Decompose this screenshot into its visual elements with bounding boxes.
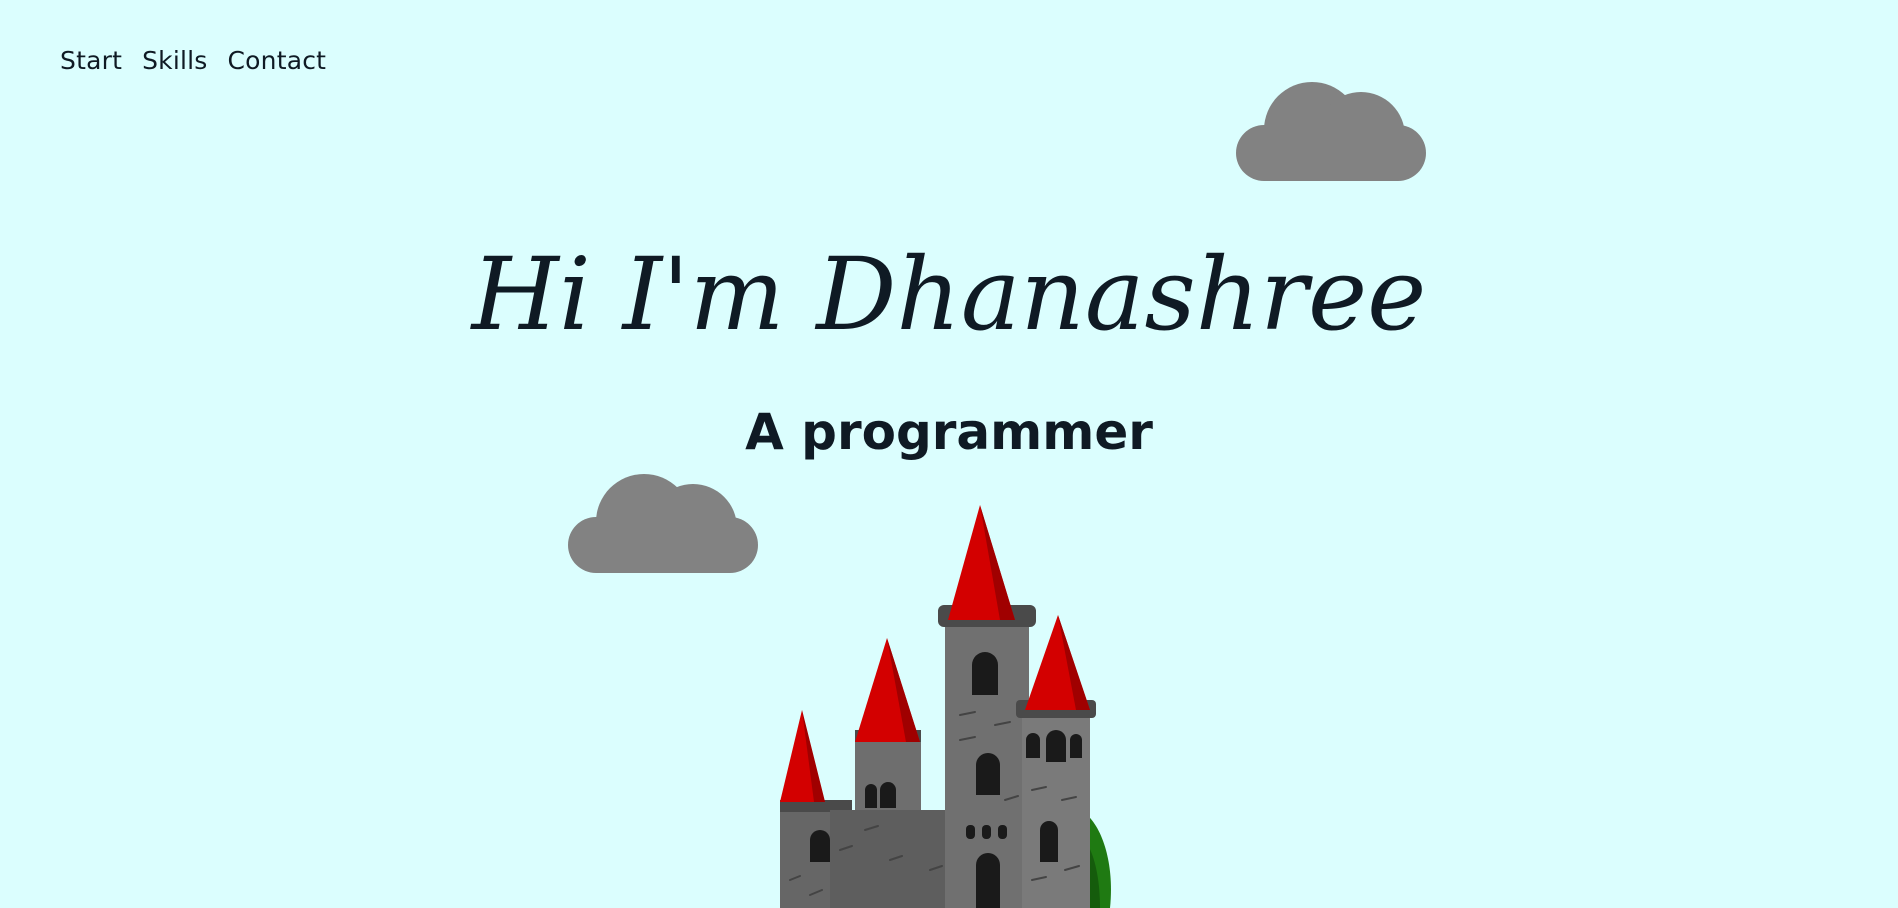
hero-subtitle: A programmer xyxy=(745,403,1153,461)
page: Start Skills Contact Hi I'm Dhanashree A… xyxy=(0,0,1898,908)
nav-start-link[interactable]: Start xyxy=(60,46,122,75)
cloud-icon xyxy=(1236,82,1426,181)
top-nav: Start Skills Contact xyxy=(60,46,326,75)
nav-skills-link[interactable]: Skills xyxy=(142,46,207,75)
hero-title: Hi I'm Dhanashree xyxy=(471,236,1427,353)
castle-illustration xyxy=(780,505,1111,908)
cloud-icon xyxy=(568,474,758,573)
nav-contact-link[interactable]: Contact xyxy=(228,46,327,75)
